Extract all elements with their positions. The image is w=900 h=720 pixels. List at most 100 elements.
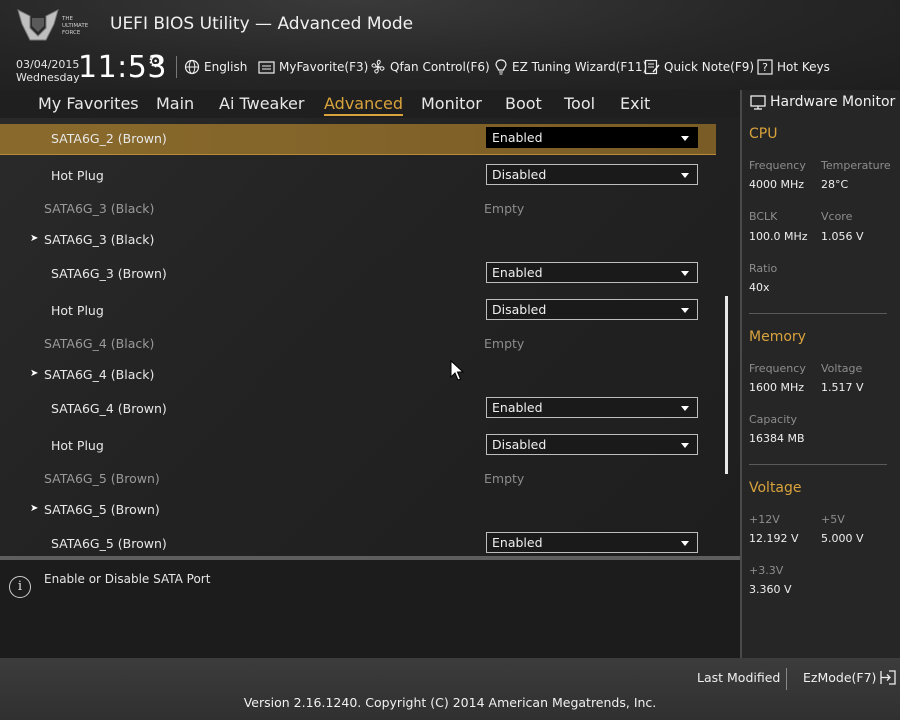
info-label: SATA6G_5 (Brown) — [44, 471, 160, 486]
setting-row[interactable]: Hot Plug Disabled — [0, 296, 716, 326]
submenu-arrow-icon: ➤ — [30, 233, 39, 244]
qfan-control-button[interactable]: Qfan Control(F6) — [370, 56, 490, 78]
setting-label: SATA6G_2 (Brown) — [51, 131, 167, 146]
dropdown-arrow-icon — [681, 308, 689, 313]
setting-label: Hot Plug — [51, 438, 104, 453]
v33-value: 3.360 V — [749, 583, 792, 596]
submenu-row[interactable]: ➤ SATA6G_3 (Black) — [0, 225, 716, 255]
tab-tool[interactable]: Tool — [564, 94, 595, 113]
svg-text:FORCE: FORCE — [62, 30, 81, 36]
tab-monitor[interactable]: Monitor — [421, 94, 482, 113]
v12-value: 12.192 V — [749, 532, 799, 545]
setting-row[interactable]: Hot Plug Disabled — [0, 431, 716, 461]
header-divider — [176, 56, 177, 78]
language-label: English — [204, 60, 248, 74]
setting-row[interactable]: Hot Plug Disabled — [0, 161, 716, 191]
lightbulb-icon — [495, 59, 507, 75]
cpu-frequency-label: Frequency — [749, 159, 806, 172]
submenu-row[interactable]: ➤ SATA6G_5 (Brown) — [0, 495, 716, 525]
cpu-frequency-value: 4000 MHz — [749, 178, 805, 191]
setting-row[interactable]: SATA6G_5 (Brown) Enabled — [0, 529, 716, 556]
bclk-label: BCLK — [749, 210, 778, 223]
hw-title-text: Hardware Monitor — [770, 94, 896, 110]
tab-advanced[interactable]: Advanced — [324, 94, 404, 116]
submenu-arrow-icon: ➤ — [30, 503, 39, 514]
tab-exit[interactable]: Exit — [620, 94, 650, 113]
myfavorite-button[interactable]: MyFavorite(F3) — [258, 56, 368, 78]
setting-dropdown[interactable]: Enabled — [486, 262, 698, 283]
dropdown-value: Disabled — [492, 437, 547, 452]
memory-voltage-value: 1.517 V — [821, 381, 864, 394]
clock-settings-gear-icon[interactable]: ⚙ — [148, 52, 163, 72]
hardware-monitor-panel: Hardware Monitor CPU Frequency Temperatu… — [742, 90, 900, 658]
setting-dropdown[interactable]: Enabled — [486, 127, 698, 148]
svg-text:THE: THE — [61, 16, 73, 22]
setting-row[interactable]: SATA6G_2 (Brown) Enabled — [0, 124, 716, 155]
date-text: 03/04/2015 — [16, 58, 80, 71]
dropdown-arrow-icon — [681, 136, 689, 141]
dropdown-arrow-icon — [681, 443, 689, 448]
help-panel: i Enable or Disable SATA Port — [0, 560, 740, 658]
memory-frequency-label: Frequency — [749, 362, 806, 375]
submenu-label: SATA6G_5 (Brown) — [44, 502, 160, 517]
footer-bar: Last Modified EzMode(F7) Version 2.16.12… — [0, 658, 900, 720]
tab-my-favorites[interactable]: My Favorites — [38, 94, 139, 113]
hot-keys-button[interactable]: ? Hot Keys — [757, 56, 830, 78]
submenu-row[interactable]: ➤ SATA6G_4 (Black) — [0, 360, 716, 390]
app-title: UEFI BIOS Utility — Advanced Mode — [110, 14, 414, 34]
help-text: Enable or Disable SATA Port — [44, 572, 211, 586]
dropdown-arrow-icon — [681, 406, 689, 411]
setting-dropdown[interactable]: Enabled — [486, 532, 698, 553]
ez-tuning-wizard-label: EZ Tuning Wizard(F11) — [512, 60, 648, 74]
menu-tabs: My Favorites Main Ai Tweaker Advanced Mo… — [0, 90, 740, 118]
quick-note-button[interactable]: Quick Note(F9) — [644, 56, 754, 78]
capacity-label: Capacity — [749, 413, 798, 426]
tab-main[interactable]: Main — [156, 94, 194, 113]
last-modified-button[interactable]: Last Modified — [697, 670, 780, 685]
dropdown-value: Disabled — [492, 167, 547, 182]
setting-label: SATA6G_5 (Brown) — [51, 536, 167, 551]
cpu-heading: CPU — [749, 126, 778, 142]
vcore-label: Vcore — [821, 210, 853, 223]
day-text: Wednesday — [16, 71, 80, 84]
v12-label: +12V — [749, 513, 780, 526]
setting-dropdown[interactable]: Disabled — [486, 434, 698, 455]
memory-heading: Memory — [749, 329, 806, 345]
qfan-control-label: Qfan Control(F6) — [390, 60, 490, 74]
note-icon — [644, 59, 660, 75]
dropdown-arrow-icon — [681, 541, 689, 546]
language-button[interactable]: English — [184, 56, 247, 78]
submenu-label: SATA6G_3 (Black) — [44, 232, 155, 247]
fan-icon — [371, 59, 385, 74]
setting-row[interactable]: SATA6G_3 (Brown) Enabled — [0, 259, 716, 289]
settings-scrollbar[interactable] — [725, 296, 728, 474]
dropdown-value: Disabled — [492, 302, 547, 317]
dropdown-value: Enabled — [492, 265, 543, 280]
dropdown-value: Enabled — [492, 400, 543, 415]
quick-note-label: Quick Note(F9) — [664, 60, 755, 74]
capacity-value: 16384 MB — [749, 432, 805, 445]
setting-label: SATA6G_3 (Brown) — [51, 266, 167, 281]
info-value: Empty — [484, 336, 525, 351]
v5-value: 5.000 V — [821, 532, 864, 545]
setting-dropdown[interactable]: Disabled — [486, 299, 698, 320]
setting-dropdown[interactable]: Enabled — [486, 397, 698, 418]
cpu-temperature-label: Temperature — [821, 159, 891, 172]
memory-voltage-label: Voltage — [821, 362, 863, 375]
favorite-icon — [258, 60, 275, 74]
ratio-label: Ratio — [749, 262, 778, 275]
tab-boot[interactable]: Boot — [505, 94, 542, 113]
dropdown-arrow-icon — [681, 173, 689, 178]
hot-keys-label: Hot Keys — [777, 60, 830, 74]
question-icon: ? — [757, 59, 773, 75]
ezmode-button[interactable]: EzMode(F7) — [803, 670, 897, 685]
dropdown-arrow-icon — [681, 271, 689, 276]
tab-ai-tweaker[interactable]: Ai Tweaker — [219, 94, 304, 113]
setting-dropdown[interactable]: Disabled — [486, 164, 698, 185]
exit-arrow-icon — [880, 670, 897, 685]
hw-divider — [749, 464, 887, 465]
info-label: SATA6G_4 (Black) — [44, 336, 155, 351]
ez-tuning-wizard-button[interactable]: EZ Tuning Wizard(F11) — [494, 56, 647, 78]
mouse-cursor-icon — [450, 359, 465, 386]
setting-row[interactable]: SATA6G_4 (Brown) Enabled — [0, 394, 716, 424]
